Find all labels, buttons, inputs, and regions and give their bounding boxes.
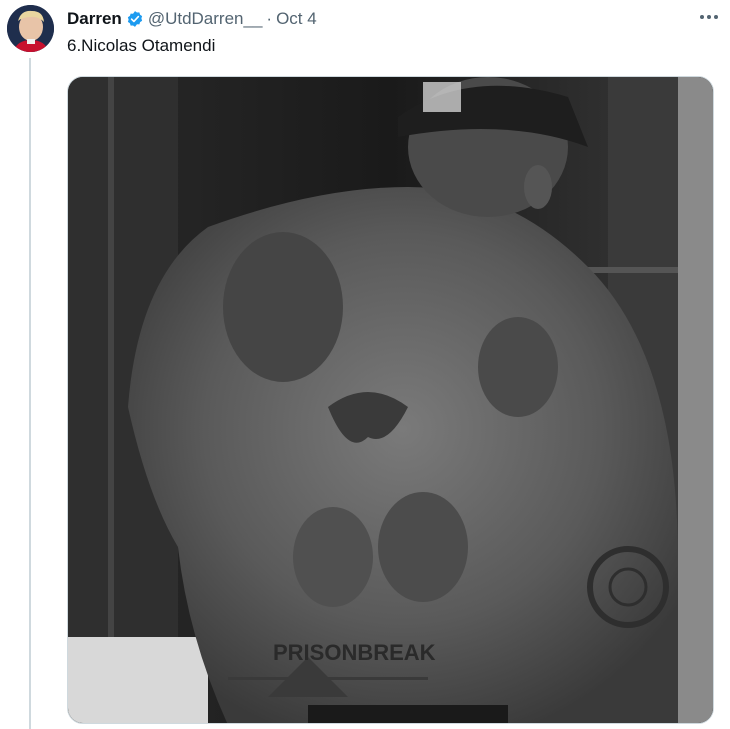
more-horizontal-icon[interactable] bbox=[694, 6, 724, 28]
separator-dot: · bbox=[266, 9, 273, 28]
tattooed-back-photo: PRISONBREAK bbox=[68, 77, 713, 723]
tattoo-lettering: PRISONBREAK bbox=[273, 640, 436, 665]
tweet-text: 6.Nicolas Otamendi bbox=[67, 36, 216, 55]
tweet-date[interactable]: Oct 4 bbox=[276, 9, 317, 29]
tweet-header: Darren @UtdDarren__ · Oct 4 bbox=[67, 8, 670, 30]
verified-badge-icon bbox=[126, 10, 144, 28]
tweet-media-photo[interactable]: PRISONBREAK bbox=[67, 76, 714, 724]
avatar[interactable] bbox=[7, 5, 54, 52]
author-handle[interactable]: @UtdDarren__ bbox=[148, 9, 263, 29]
thread-line bbox=[29, 58, 31, 729]
author-name[interactable]: Darren bbox=[67, 9, 122, 29]
